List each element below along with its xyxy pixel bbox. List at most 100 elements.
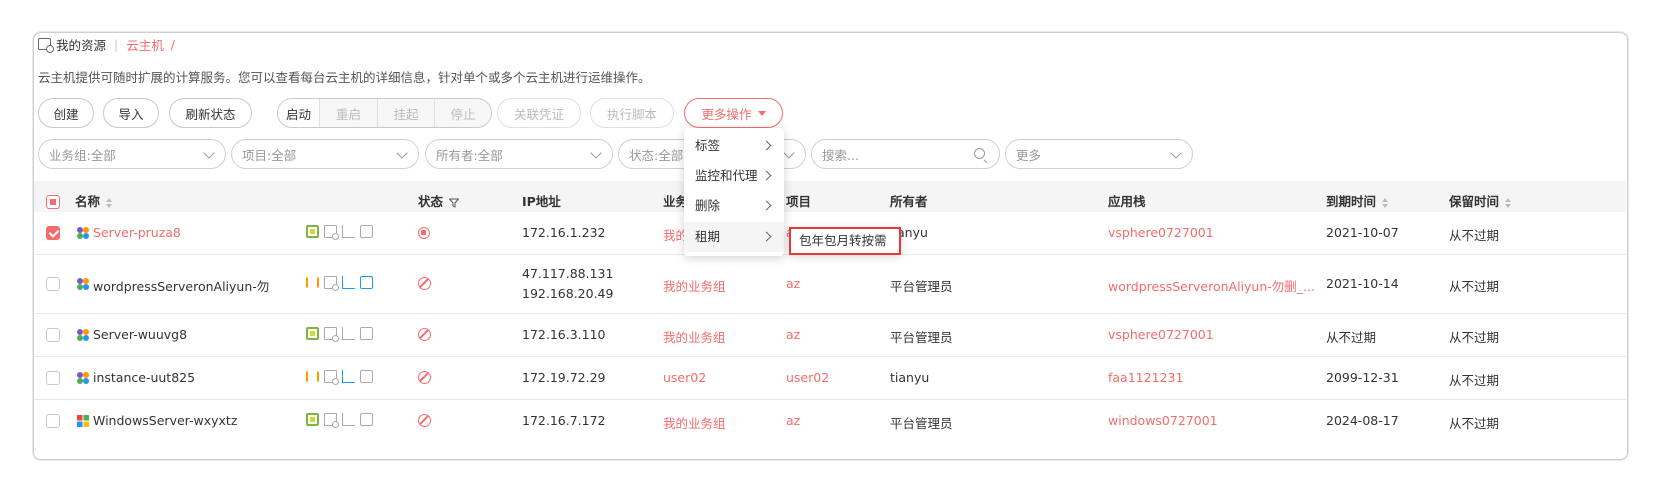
- breadcrumb-current[interactable]: 云主机: [126, 35, 164, 54]
- app-stack-link[interactable]: wordpressServeronAliyun-勿删_...: [1108, 276, 1315, 295]
- breadcrumb: 我的资源 | 云主机 /: [38, 34, 175, 54]
- app-stack-link[interactable]: vsphere0727001: [1108, 225, 1214, 240]
- more-filter[interactable]: 更多: [1005, 139, 1193, 169]
- retain-time: 从不过期: [1449, 228, 1500, 243]
- monitor-chart-icon[interactable]: [342, 413, 355, 426]
- biz-group-link[interactable]: 我的业务组: [663, 276, 726, 295]
- row-checkbox[interactable]: [46, 371, 60, 385]
- server-name-link[interactable]: WindowsServer-wxyxtz: [93, 413, 237, 428]
- clone-icon[interactable]: [306, 413, 319, 426]
- select-all-checkbox[interactable]: [46, 195, 60, 209]
- create-button[interactable]: 创建: [38, 98, 94, 128]
- table-row[interactable]: instance-uut825 172.19.72.29 user02 user…: [34, 357, 1626, 400]
- breadcrumb-root[interactable]: 我的资源: [56, 35, 106, 54]
- menu-item-delete[interactable]: 删除: [684, 191, 784, 221]
- download-icon[interactable]: [360, 413, 373, 426]
- ip-address: 172.16.3.110: [522, 327, 606, 342]
- project-link[interactable]: az: [786, 276, 800, 291]
- menu-item-monitor-agent[interactable]: 监控和代理: [684, 161, 784, 191]
- more-actions-menu: 标签 监控和代理 删除 租期: [684, 128, 784, 256]
- chevron-down-icon: [203, 147, 215, 159]
- biz-group-filter[interactable]: 业务组:全部: [38, 139, 226, 169]
- credential-icon[interactable]: [324, 327, 339, 342]
- breadcrumb-divider: |: [114, 36, 119, 52]
- download-icon[interactable]: [360, 225, 373, 238]
- refresh-status-button[interactable]: 刷新状态: [169, 98, 252, 128]
- restart-button[interactable]: 重启: [320, 99, 378, 127]
- filter-icon[interactable]: [449, 198, 460, 208]
- exec-script-button[interactable]: 执行脚本: [590, 98, 674, 128]
- bind-credential-button[interactable]: 关联凭证: [497, 98, 581, 128]
- more-filter-label: 更多: [1016, 147, 1042, 163]
- start-button[interactable]: 启动: [278, 99, 320, 127]
- download-icon[interactable]: [360, 327, 373, 340]
- search-input[interactable]: 搜索...: [811, 139, 1000, 169]
- credential-icon[interactable]: [324, 413, 339, 428]
- windows-os-icon: [77, 415, 89, 427]
- row-actions: [306, 370, 373, 385]
- monitor-chart-icon[interactable]: [342, 370, 355, 383]
- row-checkbox[interactable]: [46, 414, 60, 428]
- import-button[interactable]: 导入: [103, 98, 159, 128]
- sort-icon[interactable]: [1505, 197, 1512, 208]
- suspend-button[interactable]: 挂起: [378, 99, 435, 127]
- stop-button[interactable]: 停止: [435, 99, 491, 127]
- sort-icon[interactable]: [1382, 197, 1389, 208]
- row-actions: [306, 413, 373, 428]
- project-filter[interactable]: 项目:全部: [231, 139, 419, 169]
- row-checkbox[interactable]: [46, 226, 60, 240]
- biz-group-link[interactable]: 我的业务组: [663, 413, 726, 432]
- credential-icon[interactable]: [324, 370, 339, 385]
- row-actions: [306, 276, 373, 291]
- row-checkbox[interactable]: [46, 328, 60, 342]
- clone-icon[interactable]: [306, 327, 319, 340]
- server-name-link[interactable]: wordpressServeronAliyun-勿: [93, 276, 269, 295]
- retain-time: 从不过期: [1449, 416, 1500, 431]
- credential-icon[interactable]: [324, 225, 339, 240]
- sort-icon[interactable]: [106, 197, 113, 208]
- clone-icon[interactable]: [306, 225, 319, 238]
- search-icon[interactable]: [974, 148, 985, 159]
- menu-item-tag[interactable]: 标签: [684, 131, 784, 161]
- script-icon[interactable]: [306, 276, 319, 289]
- lease-submenu-item-convert[interactable]: 包年包月转按需: [789, 227, 901, 255]
- owner-text: 平台管理员: [890, 330, 953, 345]
- owner-text: tianyu: [890, 370, 930, 385]
- server-name-link[interactable]: Server-wuuvg8: [93, 327, 187, 342]
- row-actions: [306, 225, 373, 240]
- row-checkbox[interactable]: [46, 277, 60, 291]
- download-icon[interactable]: [360, 276, 373, 289]
- menu-item-lease[interactable]: 租期: [684, 222, 784, 252]
- script-icon[interactable]: [306, 370, 319, 383]
- app-stack-link[interactable]: faa1121231: [1108, 370, 1183, 385]
- monitor-chart-icon[interactable]: [342, 327, 355, 340]
- table-row[interactable]: WindowsServer-wxyxtz 172.16.7.172 我的业务组 …: [34, 400, 1626, 442]
- monitor-chart-icon[interactable]: [342, 276, 355, 289]
- app-stack-link[interactable]: vsphere0727001: [1108, 327, 1214, 342]
- project-link[interactable]: az: [786, 327, 800, 342]
- ip-address: 172.19.72.29: [522, 370, 606, 385]
- owner-text: 平台管理员: [890, 416, 953, 431]
- download-icon[interactable]: [360, 370, 373, 383]
- biz-group-link[interactable]: user02: [663, 370, 706, 385]
- search-placeholder: 搜索...: [822, 147, 859, 163]
- app-stack-link[interactable]: windows0727001: [1108, 413, 1218, 428]
- owner-filter[interactable]: 所有者:全部: [425, 139, 613, 169]
- expire-time: 2024-08-17: [1326, 413, 1399, 428]
- owner-text: 平台管理员: [890, 279, 953, 294]
- project-link[interactable]: user02: [786, 370, 829, 385]
- unavailable-status-icon: [418, 328, 431, 341]
- caret-down-icon: [757, 110, 766, 116]
- expire-time: 2021-10-07: [1326, 225, 1399, 240]
- credential-icon[interactable]: [324, 276, 339, 291]
- server-name-link[interactable]: Server-pruza8: [93, 225, 181, 240]
- biz-group-link[interactable]: 我的业务组: [663, 327, 726, 346]
- table-row[interactable]: Server-wuuvg8 172.16.3.110 我的业务组 az 平台管理…: [34, 314, 1626, 357]
- server-name-link[interactable]: instance-uut825: [93, 370, 195, 385]
- project-link[interactable]: az: [786, 413, 800, 428]
- stopped-status-icon: [418, 227, 430, 239]
- monitor-chart-icon[interactable]: [342, 225, 355, 238]
- retain-time: 从不过期: [1449, 373, 1500, 388]
- more-actions-button[interactable]: 更多操作: [684, 98, 783, 128]
- table-row[interactable]: wordpressServeronAliyun-勿 47.117.88.131 …: [34, 255, 1626, 314]
